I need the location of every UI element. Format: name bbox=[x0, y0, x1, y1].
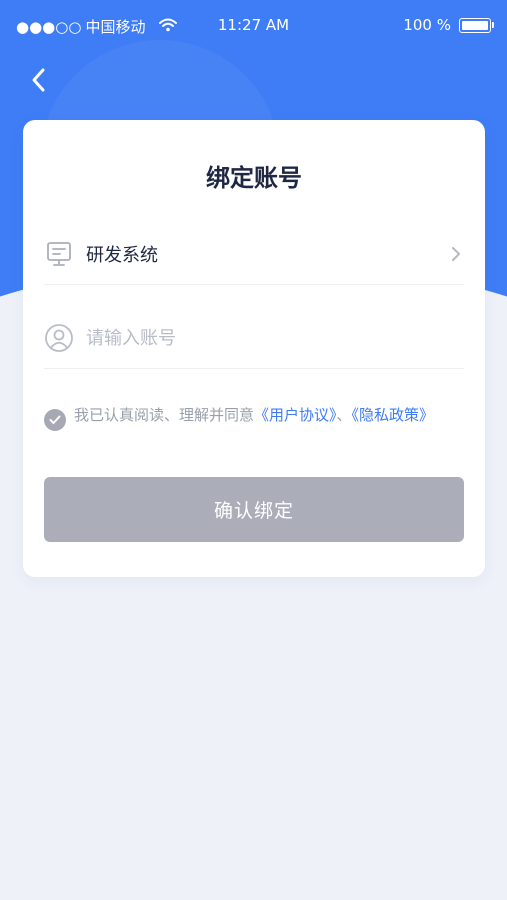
monitor-icon bbox=[44, 239, 74, 269]
agreement-text: 我已认真阅读、理解并同意《用户协议》、《隐私政策》 bbox=[44, 402, 464, 431]
battery-percent: 100 % bbox=[403, 16, 451, 34]
chevron-left-icon bbox=[32, 68, 45, 92]
confirm-bind-button[interactable]: 确认绑定 bbox=[44, 477, 464, 542]
agreement-separator: 、 bbox=[336, 406, 352, 424]
status-bar-right: 100 % bbox=[403, 16, 494, 34]
status-bar: ●●●○○ 中国移动 11:27 AM 100 % bbox=[0, 0, 507, 50]
user-agreement-link[interactable]: 《用户协议》 bbox=[254, 406, 337, 424]
agreement-prefix: 我已认真阅读、理解并同意 bbox=[74, 406, 255, 424]
page-title: 绑定账号 bbox=[206, 164, 302, 192]
privacy-policy-link[interactable]: 《隐私政策》 bbox=[352, 406, 435, 424]
user-circle-icon bbox=[44, 323, 74, 353]
check-icon bbox=[49, 415, 61, 424]
chevron-right-icon bbox=[448, 244, 464, 264]
bind-account-card: 绑定账号 研发系统 请输入账号 我已认真阅读、理解并同意《用户协议》、《隐私政策… bbox=[23, 120, 485, 577]
battery-icon bbox=[459, 17, 494, 33]
account-input[interactable] bbox=[86, 318, 446, 358]
system-selector[interactable]: 研发系统 bbox=[44, 224, 464, 285]
agreement-checkbox[interactable] bbox=[44, 409, 66, 431]
back-button[interactable] bbox=[22, 64, 54, 96]
system-label: 研发系统 bbox=[86, 245, 158, 266]
account-row bbox=[44, 308, 464, 369]
